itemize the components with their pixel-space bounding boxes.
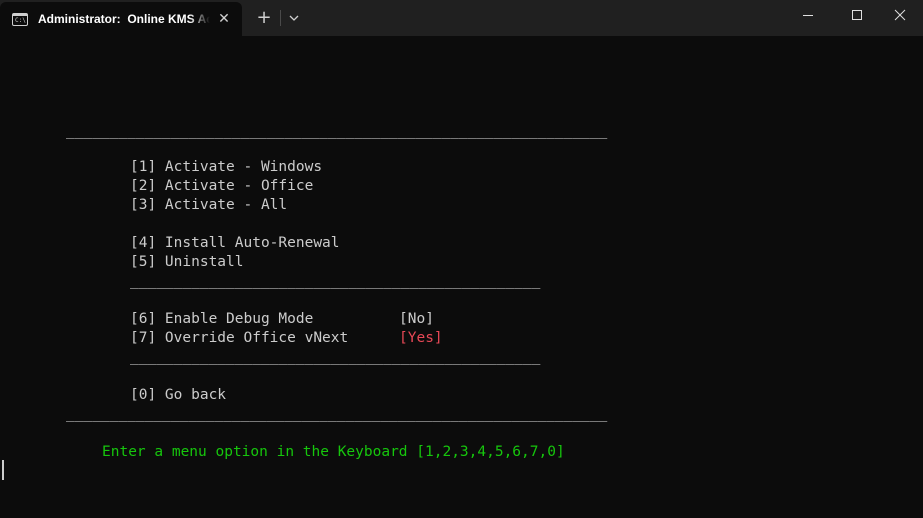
terminal-window: C:\ Administrator: Online KMS Activation…	[0, 0, 923, 518]
menu-item-enable-debug-mode: [6] Enable Debug Mode	[130, 311, 314, 327]
separator-line: ________________________________________…	[130, 273, 541, 289]
menu-item-go-back: [0] Go back	[130, 387, 227, 403]
menu-item-activate-office: [2] Activate - Office	[130, 178, 314, 194]
menu-item-uninstall: [5] Uninstall	[130, 254, 244, 270]
menu-item-override-office-vnext: [7] Override Office vNext	[130, 330, 349, 346]
title-bar: C:\ Administrator: Online KMS Activation…	[0, 0, 923, 36]
chevron-down-icon[interactable]	[286, 9, 302, 27]
maximize-icon[interactable]	[834, 0, 880, 30]
menu-item-activate-windows: [1] Activate - Windows	[130, 159, 323, 175]
menu-prompt: Enter a menu option in the Keyboard [1,2…	[102, 444, 565, 460]
terminal-output[interactable]: ________________________________________…	[0, 36, 923, 518]
text-cursor	[2, 460, 4, 480]
separator-line: ________________________________________…	[130, 349, 541, 365]
terminal-icon: C:\	[12, 12, 28, 26]
menu-item-install-auto-renewal: [4] Install Auto-Renewal	[130, 235, 340, 251]
close-tab-icon[interactable]: ✕	[216, 11, 232, 27]
tab-title: Administrator: Online KMS Activation	[38, 12, 210, 26]
debug-mode-value: [No]	[399, 311, 434, 327]
close-window-icon[interactable]	[877, 0, 923, 30]
separator-line: ________________________________________…	[66, 123, 608, 139]
new-tab-plus-icon[interactable]: +	[254, 8, 274, 28]
override-vnext-value: [Yes]	[399, 330, 443, 346]
minimize-icon[interactable]	[785, 0, 831, 30]
tab-divider	[280, 10, 281, 26]
separator-line: ________________________________________…	[66, 406, 608, 422]
menu-item-activate-all: [3] Activate - All	[130, 197, 288, 213]
tab-administrator[interactable]: C:\ Administrator: Online KMS Activation…	[0, 2, 242, 36]
